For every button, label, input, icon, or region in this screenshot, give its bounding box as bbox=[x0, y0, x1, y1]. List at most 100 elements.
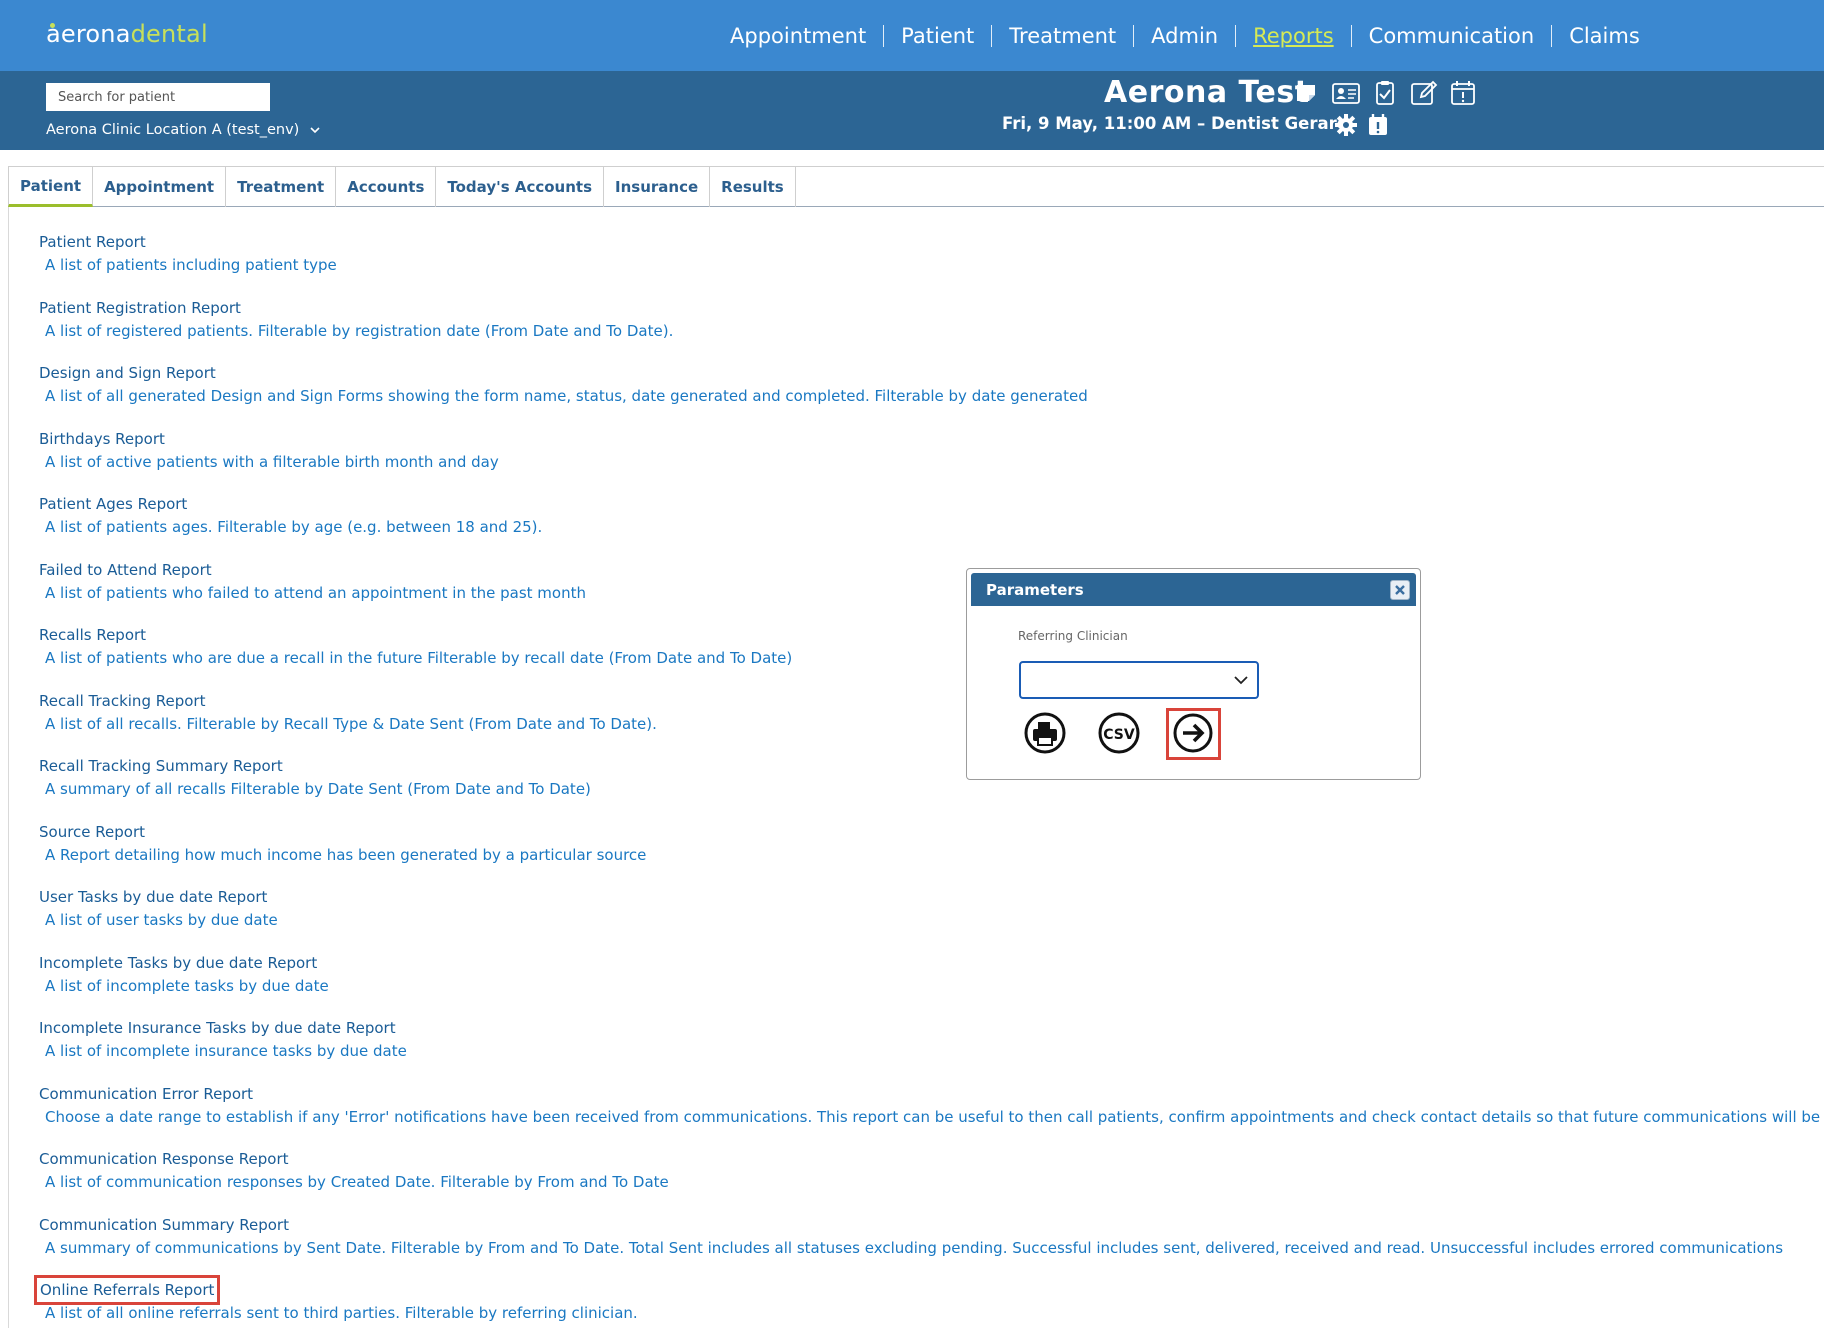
chevron-down-icon bbox=[1234, 676, 1248, 685]
report-title-link[interactable]: Communication Summary Report bbox=[39, 1215, 289, 1235]
report-title-link[interactable]: Birthdays Report bbox=[39, 429, 165, 449]
report-title-link[interactable]: Incomplete Tasks by due date Report bbox=[39, 953, 317, 973]
main-nav: Appointment Patient Treatment Admin Repo… bbox=[712, 25, 1657, 47]
tab-patient[interactable]: Patient bbox=[8, 167, 94, 207]
sticky-note-icon[interactable] bbox=[1292, 78, 1322, 108]
report-description: A list of incomplete tasks by due date bbox=[45, 976, 329, 995]
list-item: Recall Tracking Report A list of all reca… bbox=[39, 691, 1824, 757]
list-item: User Tasks by due date Report A list of u… bbox=[39, 887, 1824, 953]
list-item: Incomplete Insurance Tasks by due date R… bbox=[39, 1018, 1824, 1084]
report-title-link[interactable]: Failed to Attend Report bbox=[39, 560, 212, 580]
patient-name[interactable]: Aerona Test bbox=[1104, 75, 1310, 110]
tab-treatment[interactable]: Treatment bbox=[226, 167, 337, 207]
tab-appointment[interactable]: Appointment bbox=[93, 167, 227, 207]
report-description: A list of all generated Design and Sign … bbox=[45, 387, 1088, 405]
gear-icon[interactable] bbox=[1334, 113, 1358, 137]
dialog-header: Parameters bbox=[971, 573, 1416, 606]
report-description: A list of all recalls. Filterable by Rec… bbox=[45, 714, 657, 733]
patient-actions bbox=[1292, 78, 1478, 108]
nav-reports[interactable]: Reports bbox=[1236, 25, 1352, 47]
report-description: A summary of communications by Sent Date… bbox=[45, 1238, 1784, 1257]
report-description: A list of active patients with a filtera… bbox=[45, 452, 499, 471]
clinic-location-label: Aerona Clinic Location A (test_env) bbox=[46, 122, 300, 138]
report-title-link[interactable]: Communication Response Report bbox=[39, 1149, 289, 1169]
report-title-link[interactable]: Communication Error Report bbox=[39, 1084, 253, 1104]
report-title-link[interactable]: Incomplete Insurance Tasks by due date R… bbox=[39, 1018, 396, 1038]
report-description: A summary of all recalls Filterable by D… bbox=[45, 780, 591, 798]
tab-todays-accounts[interactable]: Today's Accounts bbox=[436, 167, 604, 207]
report-description: A list of patients including patient typ… bbox=[45, 256, 337, 274]
logo-text-aerona: aerona bbox=[46, 20, 131, 48]
edit-icon[interactable] bbox=[1409, 78, 1439, 108]
report-category-tabs: Patient Appointment Treatment Accounts T… bbox=[8, 166, 1824, 207]
referring-clinician-label: Referring Clinician bbox=[1018, 629, 1128, 643]
tab-accounts[interactable]: Accounts bbox=[336, 167, 437, 207]
csv-label: CSV bbox=[1103, 727, 1135, 743]
content-divider bbox=[8, 207, 9, 1328]
top-navigation-bar: aeronadental Appointment Patient Treatme… bbox=[0, 0, 1824, 71]
report-title-link[interactable]: User Tasks by due date Report bbox=[39, 887, 267, 907]
appointment-actions bbox=[1334, 113, 1390, 137]
contact-card-icon[interactable] bbox=[1331, 78, 1361, 108]
report-title-link[interactable]: Design and Sign Report bbox=[39, 363, 216, 383]
dialog-title: Parameters bbox=[986, 581, 1084, 599]
calendar-alert-icon[interactable] bbox=[1366, 113, 1390, 137]
search-patient-input[interactable] bbox=[46, 83, 270, 111]
report-description: A list of registered patients. Filterabl… bbox=[45, 321, 674, 340]
nav-communication[interactable]: Communication bbox=[1352, 25, 1553, 47]
report-description: A Report detailing how much income has b… bbox=[45, 845, 647, 864]
close-icon[interactable] bbox=[1390, 580, 1410, 600]
report-title-link[interactable]: Source Report bbox=[39, 822, 145, 842]
print-icon[interactable] bbox=[1023, 711, 1067, 755]
report-description: Choose a date range to establish if any … bbox=[45, 1107, 1824, 1126]
nav-appointment[interactable]: Appointment bbox=[712, 25, 885, 47]
list-item: Incomplete Tasks by due date Report A lis… bbox=[39, 953, 1824, 1019]
list-item: Communication Summary Report A summary of… bbox=[39, 1215, 1824, 1281]
online-referrals-report-link[interactable]: Online Referrals Report bbox=[33, 1275, 221, 1305]
list-item: Communication Error Report Choose a date … bbox=[39, 1084, 1824, 1150]
appointment-summary: Fri, 9 May, 11:00 AM – Dentist Gerard bbox=[1002, 114, 1349, 133]
calendar-icon[interactable] bbox=[1448, 78, 1478, 108]
list-item: Communication Response Report A list of c… bbox=[39, 1149, 1824, 1215]
clipboard-check-icon[interactable] bbox=[1370, 78, 1400, 108]
report-title-link[interactable]: Recall Tracking Report bbox=[39, 691, 205, 711]
list-item: Source Report A Report detailing how much… bbox=[39, 822, 1824, 888]
report-description: A list of patients who are due a recall … bbox=[45, 649, 793, 667]
list-item: Design and Sign Report A list of all gene… bbox=[39, 363, 1824, 429]
report-title-link[interactable]: Patient Registration Report bbox=[39, 298, 241, 318]
report-title-link[interactable]: Recalls Report bbox=[39, 625, 146, 645]
csv-icon[interactable]: CSV bbox=[1097, 711, 1141, 755]
nav-claims[interactable]: Claims bbox=[1552, 25, 1657, 47]
referring-clinician-select[interactable] bbox=[1019, 661, 1259, 699]
list-item: Patient Ages Report A list of patients ag… bbox=[39, 494, 1824, 560]
report-description: A list of patients ages. Filterable by a… bbox=[45, 518, 543, 536]
report-description: A list of all online referrals sent to t… bbox=[45, 1304, 638, 1322]
chevron-down-icon bbox=[310, 127, 320, 134]
run-report-highlight bbox=[1166, 708, 1221, 760]
report-title-link[interactable]: Recall Tracking Summary Report bbox=[39, 756, 283, 776]
patient-context-bar: Aerona Clinic Location A (test_env) Aero… bbox=[0, 71, 1824, 150]
list-item: Patient Report A list of patients includi… bbox=[39, 232, 1824, 298]
report-description: A list of patients who failed to attend … bbox=[45, 583, 586, 602]
report-description: A list of communication responses by Cre… bbox=[45, 1173, 669, 1191]
parameters-dialog: Parameters Referring Clinician CSV bbox=[966, 568, 1421, 780]
aerona-dental-logo[interactable]: aeronadental bbox=[46, 20, 208, 48]
logo-text-dental: dental bbox=[130, 20, 208, 48]
clinic-location-selector[interactable]: Aerona Clinic Location A (test_env) bbox=[46, 122, 321, 138]
report-description: A list of incomplete insurance tasks by … bbox=[45, 1042, 407, 1060]
report-title-link[interactable]: Patient Ages Report bbox=[39, 494, 187, 514]
nav-admin[interactable]: Admin bbox=[1134, 25, 1237, 47]
report-list: Patient Report A list of patients includi… bbox=[33, 232, 1824, 1328]
nav-treatment[interactable]: Treatment bbox=[992, 25, 1135, 47]
list-item: Failed to Attend Report A list of patient… bbox=[39, 560, 1824, 626]
list-item: Patient Registration Report A list of reg… bbox=[39, 298, 1824, 364]
nav-patient[interactable]: Patient bbox=[884, 25, 993, 47]
tab-results[interactable]: Results bbox=[710, 167, 796, 207]
report-title-link[interactable]: Patient Report bbox=[39, 232, 146, 252]
list-item: Online Referrals Report A list of all onl… bbox=[33, 1275, 1824, 1328]
logo-dot bbox=[50, 23, 55, 28]
report-description: A list of user tasks by due date bbox=[45, 911, 278, 929]
list-item: Birthdays Report A list of active patient… bbox=[39, 429, 1824, 495]
list-item: Recalls Report A list of patients who are… bbox=[39, 625, 1824, 691]
tab-insurance[interactable]: Insurance bbox=[604, 167, 711, 207]
